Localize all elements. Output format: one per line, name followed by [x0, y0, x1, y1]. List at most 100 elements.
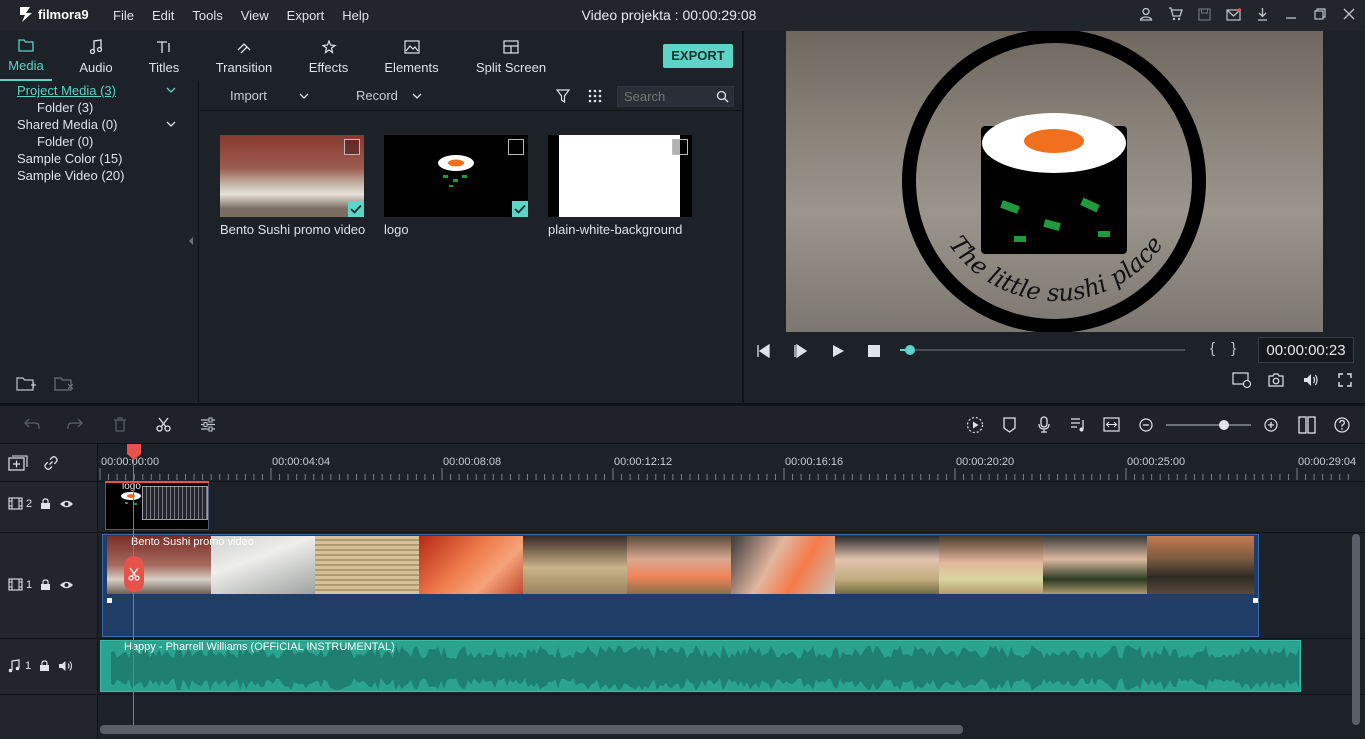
tab-elements[interactable]: Elements	[357, 31, 466, 81]
import-label: Import	[230, 88, 267, 103]
fullscreen-icon[interactable]	[1338, 373, 1352, 387]
play-icon[interactable]	[831, 344, 845, 358]
split-screen-icon	[503, 37, 519, 57]
tree-folder-shared[interactable]: Folder (0)	[37, 134, 93, 149]
stop-icon[interactable]	[868, 345, 880, 357]
previous-frame-icon[interactable]	[756, 344, 770, 358]
link-icon[interactable]	[43, 455, 59, 471]
zoom-out-icon[interactable]	[1139, 418, 1153, 432]
mail-icon[interactable]	[1225, 6, 1241, 22]
keyframe-handle[interactable]	[107, 598, 112, 603]
redo-icon[interactable]	[67, 417, 83, 431]
delete-folder-icon[interactable]	[54, 376, 74, 392]
grid-view-icon[interactable]	[588, 89, 602, 103]
import-dropdown[interactable]: Import	[230, 88, 309, 103]
audio-clip[interactable]: Happy - Pharrell Williams (OFFICIAL INST…	[100, 640, 1301, 692]
tree-sample-video[interactable]: Sample Video (20)	[17, 168, 124, 183]
keyframe-handle[interactable]	[1253, 598, 1258, 603]
tab-audio[interactable]: Audio	[52, 31, 140, 81]
timeline-horizontal-scrollbar[interactable]	[100, 725, 963, 734]
chevron-down-icon[interactable]	[166, 87, 176, 93]
media-tree: Project Media (3) Folder (3) Shared Medi…	[0, 81, 199, 403]
image-type-icon	[508, 139, 524, 155]
track-header-video-2: 2	[8, 497, 74, 510]
lock-icon[interactable]	[40, 497, 51, 510]
restore-icon[interactable]	[1312, 6, 1328, 22]
sushi-logo-thumbnail	[121, 492, 141, 505]
tree-sample-color[interactable]: Sample Color (15)	[17, 151, 123, 166]
progress-handle[interactable]	[904, 345, 915, 355]
tab-split-screen[interactable]: Split Screen	[466, 31, 556, 81]
add-track-icon[interactable]	[8, 455, 28, 471]
filmstrip-frame	[1043, 536, 1147, 594]
chevron-down-icon[interactable]	[166, 121, 176, 127]
close-icon[interactable]	[1341, 6, 1357, 22]
mark-in-out[interactable]: { }	[1210, 340, 1242, 357]
zoom-in-icon[interactable]	[1264, 418, 1278, 432]
render-preview-icon[interactable]	[966, 416, 984, 434]
track-divider	[0, 638, 1365, 639]
export-button[interactable]: EXPORT	[663, 44, 733, 68]
lock-icon[interactable]	[40, 578, 51, 591]
ruler-label: 00:00:16:16	[785, 456, 844, 468]
play-frame-icon[interactable]	[793, 344, 807, 358]
snapshot-icon[interactable]	[1268, 373, 1284, 387]
split-clip-button[interactable]	[124, 556, 144, 592]
zoom-slider-handle[interactable]	[1219, 420, 1229, 430]
clip-label: Bento Sushi promo video	[131, 536, 254, 548]
tab-titles-label: Titles	[148, 60, 180, 75]
microphone-icon[interactable]	[1038, 416, 1050, 433]
download-icon[interactable]	[1254, 6, 1270, 22]
chevron-down-icon	[299, 93, 309, 99]
filter-icon[interactable]	[556, 89, 570, 103]
tab-transition[interactable]: Transition	[188, 31, 300, 81]
tree-folder-project[interactable]: Folder (3)	[37, 100, 93, 115]
playhead-handle[interactable]	[127, 444, 141, 460]
speaker-icon[interactable]	[58, 660, 73, 672]
fit-timeline-icon[interactable]	[1103, 417, 1120, 432]
search-icon[interactable]	[716, 90, 729, 103]
track-header-video-1: 1	[8, 578, 74, 591]
save-icon[interactable]	[1196, 6, 1212, 22]
tab-titles[interactable]: Titles	[140, 31, 188, 81]
media-thumb-bento[interactable]	[220, 135, 364, 217]
media-thumb-white-bg[interactable]	[548, 135, 692, 217]
clip-texture	[142, 486, 208, 520]
tab-media[interactable]: Media	[0, 31, 52, 81]
audio-mixer-icon[interactable]	[1070, 417, 1086, 432]
logo-clip[interactable]: logo	[105, 481, 209, 530]
record-dropdown[interactable]: Record	[356, 88, 422, 103]
volume-icon[interactable]	[1303, 373, 1319, 387]
search-input[interactable]	[624, 88, 714, 105]
tree-shared-media[interactable]: Shared Media (0)	[17, 117, 117, 132]
eye-icon[interactable]	[59, 580, 74, 590]
help-icon[interactable]	[1334, 417, 1350, 433]
marker-icon[interactable]	[1003, 417, 1016, 433]
delete-icon[interactable]	[113, 417, 127, 432]
media-thumb-logo[interactable]	[384, 135, 528, 217]
eye-icon[interactable]	[59, 499, 74, 509]
lock-icon[interactable]	[39, 660, 50, 672]
adjust-icon[interactable]	[200, 417, 216, 432]
tree-project-media[interactable]: Project Media (3)	[17, 83, 116, 98]
zoom-slider[interactable]	[1166, 420, 1251, 430]
tab-effects[interactable]: Effects	[300, 31, 357, 81]
folder-icon	[18, 35, 34, 55]
scissors-icon[interactable]	[156, 417, 171, 432]
account-icon[interactable]	[1138, 6, 1154, 22]
time-ruler[interactable]	[99, 468, 1349, 480]
undo-icon[interactable]	[24, 417, 40, 431]
minimize-icon[interactable]	[1283, 6, 1299, 22]
timeline-vertical-scrollbar[interactable]	[1352, 534, 1360, 725]
cart-icon[interactable]	[1167, 6, 1183, 22]
filmstrip-frame	[315, 536, 419, 594]
collapse-panel-icon[interactable]	[189, 237, 194, 245]
filmstrip-frame	[1147, 536, 1254, 594]
split-view-icon[interactable]	[1298, 416, 1316, 434]
progress-track[interactable]	[900, 345, 1185, 355]
display-settings-icon[interactable]	[1232, 372, 1252, 388]
new-folder-icon[interactable]	[16, 376, 36, 392]
video-clip[interactable]: Bento Sushi promo video	[102, 534, 1259, 637]
tab-split-screen-label: Split Screen	[475, 60, 547, 75]
scissors-icon	[128, 567, 140, 581]
